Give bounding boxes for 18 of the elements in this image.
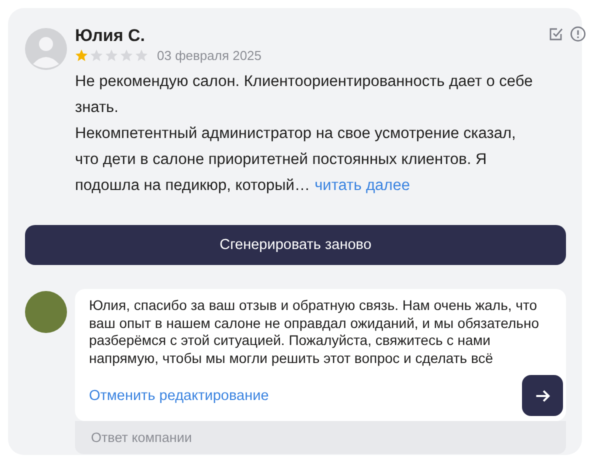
send-button[interactable] <box>522 375 563 416</box>
checkbox-icon[interactable] <box>548 26 564 42</box>
filled-star-icon <box>75 49 88 62</box>
empty-star-icon <box>135 49 148 62</box>
review-text: Не рекомендую салон. Клиентоориентированность дает о себе знать. <box>75 72 534 118</box>
avatar-icon <box>25 28 67 70</box>
reply-field[interactable]: Юлия, спасибо за ваш отзыв и обратную связь. Нам очень жаль, что ваш опыт в нашем салоне не оправдал ожиданий, и мы обязательно разберёмся с этой ситуацией. Пожалуйста, свяжитесь с нами напрямую, чтобы мы могли решить этот вопрос и сделать всё Отменить редактирование <box>75 289 566 421</box>
company-avatar-icon <box>25 291 67 333</box>
review-text: Некомпетентный администратор на свое усмотрение сказал, что дети в салоне приоритетней постоянных клиентов. Я подошла на педикюр, который… читать далее <box>75 124 517 196</box>
regenerate-button[interactable]: Сгенерировать заново <box>25 225 566 265</box>
empty-star-icon <box>105 49 118 62</box>
empty-star-icon <box>120 49 133 62</box>
empty-star-icon <box>90 49 103 62</box>
author-name: Юлия С. <box>75 26 146 46</box>
review-date: 03 февраля 2025 <box>157 48 262 63</box>
reply-caption: Ответ компании <box>75 421 566 454</box>
cancel-edit-link[interactable]: Отменить редактирование <box>89 388 269 404</box>
warning-icon[interactable] <box>570 26 586 42</box>
